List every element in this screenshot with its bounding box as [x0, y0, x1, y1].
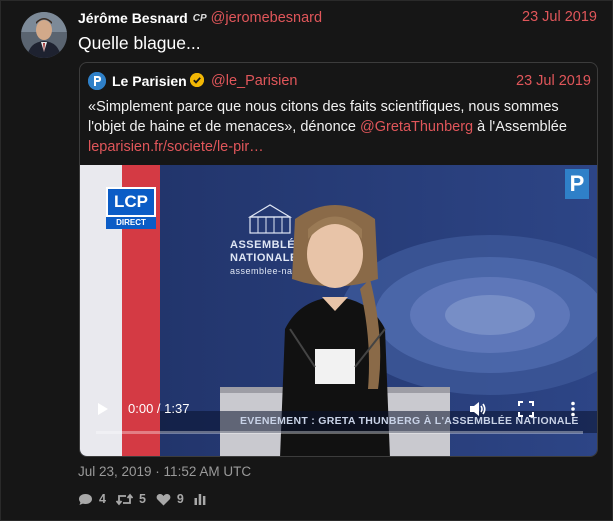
- volume-icon: [470, 402, 486, 416]
- tweet-date[interactable]: 23 Jul 2019: [522, 9, 597, 25]
- reply-count: 4: [99, 492, 106, 506]
- fullscreen-button[interactable]: [518, 401, 534, 417]
- quoted-author-handle[interactable]: @le_Parisien: [211, 73, 297, 89]
- play-button[interactable]: [96, 402, 110, 416]
- le-parisien-avatar[interactable]: [88, 72, 106, 90]
- like-count: 9: [176, 492, 184, 506]
- mention-link[interactable]: @GretaThunberg: [360, 119, 473, 135]
- more-vertical-icon: [571, 401, 575, 417]
- retweet-icon: [115, 493, 133, 505]
- author-line: Jérôme Besnard CP @jeromebesnard: [78, 9, 322, 27]
- heart-icon: [156, 493, 171, 505]
- avatar-portrait: [21, 12, 67, 58]
- retweet-stat[interactable]: 5: [115, 492, 146, 506]
- tweet-stats: 4 5 9: [78, 491, 222, 507]
- author-name[interactable]: Jérôme Besnard: [78, 10, 188, 26]
- tweet-timestamp[interactable]: Jul 23, 2019 · 11:52 AM UTC: [78, 464, 251, 479]
- lcp-logo: LCP: [106, 187, 156, 217]
- video-player[interactable]: LCP DIRECT ASSEMBLÉE NATIONALE assemblee…: [80, 165, 597, 456]
- author-badge: CP: [192, 12, 207, 24]
- video-controls: 0:00 / 1:37: [80, 395, 597, 435]
- le-parisien-logo-icon: [88, 72, 106, 90]
- quoted-text-tail: à l'Assemblée: [473, 119, 567, 135]
- tweet-text: Quelle blague...: [78, 33, 201, 53]
- bar-chart-icon: [194, 494, 206, 505]
- video-time: 0:00 / 1:37: [128, 401, 190, 416]
- play-icon: [98, 403, 108, 415]
- quoted-author-name[interactable]: Le Parisien: [112, 73, 187, 89]
- fullscreen-icon: [518, 401, 534, 417]
- reply-stat[interactable]: 4: [78, 492, 106, 506]
- author-handle[interactable]: @jeromebesnard: [211, 10, 322, 26]
- retweet-count: 5: [138, 492, 146, 506]
- le-parisien-video-logo: P: [565, 169, 589, 199]
- comment-icon: [79, 493, 92, 505]
- lcp-direct-label: DIRECT: [106, 217, 156, 229]
- volume-button[interactable]: [469, 401, 487, 417]
- stats-link[interactable]: [194, 493, 212, 505]
- author-avatar[interactable]: [21, 12, 67, 58]
- article-link[interactable]: leparisien.fr/societe/le-pir…: [88, 139, 264, 155]
- quoted-date[interactable]: 23 Jul 2019: [516, 73, 591, 89]
- more-options-button[interactable]: [570, 401, 576, 417]
- like-stat[interactable]: 9: [156, 492, 184, 506]
- quoted-tweet[interactable]: Le Parisien @le_Parisien 23 Jul 2019 «Si…: [79, 62, 598, 457]
- video-progress-bar[interactable]: [96, 431, 583, 434]
- quoted-text: «Simplement parce que nous citons des fa…: [88, 97, 594, 157]
- verified-icon: [190, 73, 204, 87]
